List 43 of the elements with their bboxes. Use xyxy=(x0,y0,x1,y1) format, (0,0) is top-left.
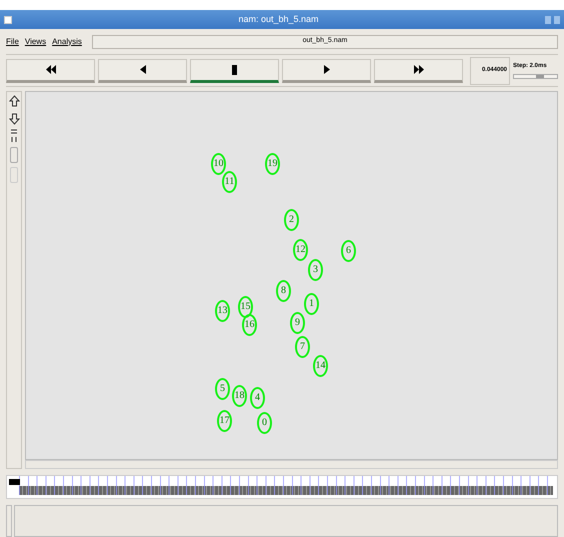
step-slider[interactable] xyxy=(513,74,558,79)
menu-item[interactable]: File xyxy=(6,36,19,48)
network-node[interactable]: 5 xyxy=(215,378,230,400)
network-node[interactable]: 4 xyxy=(250,387,265,409)
network-node[interactable]: 0 xyxy=(257,412,272,434)
network-node[interactable]: 6 xyxy=(341,240,356,262)
network-node[interactable]: 18 xyxy=(232,385,247,407)
slider-thumb[interactable] xyxy=(536,75,544,78)
network-node[interactable]: 13 xyxy=(215,300,230,322)
vertical-scrollbar[interactable] xyxy=(6,505,12,537)
network-node[interactable]: 1 xyxy=(304,293,319,315)
horizontal-scrollbar[interactable] xyxy=(25,460,558,469)
menu-item[interactable]: Views xyxy=(24,36,46,48)
network-node[interactable]: 9 xyxy=(290,312,305,334)
window-menu-icon[interactable] xyxy=(4,16,12,24)
menu-item[interactable]: Analysis xyxy=(52,36,82,48)
play-icon xyxy=(324,65,330,74)
zoom-out-icon[interactable] xyxy=(8,112,20,125)
playback-button[interactable] xyxy=(374,58,463,82)
network-node[interactable]: 11 xyxy=(222,171,237,193)
network-node[interactable]: 17 xyxy=(217,410,232,432)
network-node[interactable]: 7 xyxy=(295,336,310,358)
time-marker-icon xyxy=(9,479,20,485)
network-node[interactable]: 16 xyxy=(242,314,257,336)
network-node[interactable]: 8 xyxy=(276,280,291,302)
network-node[interactable]: 10 xyxy=(211,153,226,175)
network-node[interactable]: 3 xyxy=(308,259,323,281)
playback-button[interactable] xyxy=(6,58,95,82)
stop-icon xyxy=(232,64,237,74)
network-node[interactable]: 12 xyxy=(293,239,308,261)
back-icon xyxy=(140,65,146,74)
zoom-in-icon[interactable] xyxy=(8,95,20,108)
toggle-button[interactable] xyxy=(10,147,18,163)
forward-icon xyxy=(414,65,424,74)
network-node[interactable]: 15 xyxy=(238,296,253,318)
toggle-button[interactable] xyxy=(10,167,18,183)
network-node[interactable]: 14 xyxy=(313,355,328,377)
network-node[interactable]: 2 xyxy=(284,209,299,231)
timeline-bar[interactable] xyxy=(6,475,558,499)
window-title: nam: out_bh_5.nam xyxy=(237,12,320,26)
network-node[interactable]: 19 xyxy=(265,153,280,175)
playback-button[interactable] xyxy=(190,58,279,82)
rewind-icon xyxy=(46,65,56,74)
